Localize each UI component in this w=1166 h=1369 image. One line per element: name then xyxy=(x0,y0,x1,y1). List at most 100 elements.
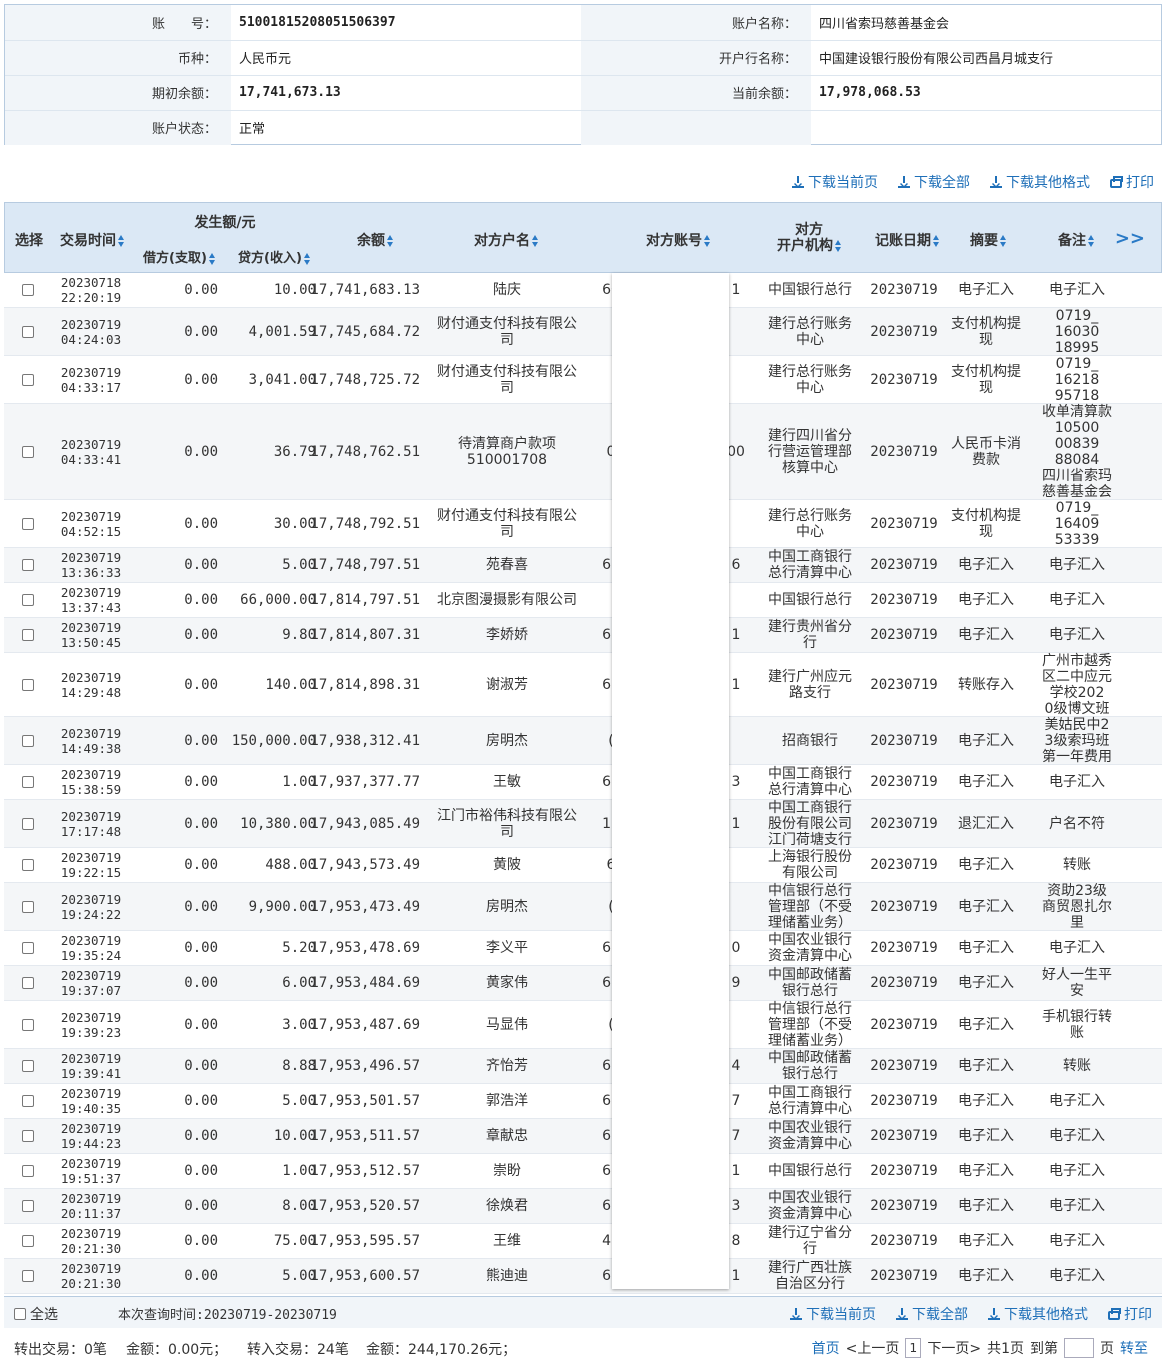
table-row[interactable]: 20230719 13:37:43 0.00 66,000.00 17,814,797.… xyxy=(4,583,1162,618)
table-row[interactable]: 20230718 22:20:19 0.00 10.00 17,741,683.13 陆庆… xyxy=(4,273,1162,308)
row-checkbox[interactable] xyxy=(22,734,34,747)
table-row[interactable]: 20230719 19:51:37 0.00 1.00 17,953,512.57 崇盼 6… xyxy=(4,1154,1162,1189)
row-checkbox[interactable] xyxy=(22,1165,34,1177)
download-all-label: 下载全部 xyxy=(912,1307,968,1323)
cell-time: 20230719 04:33:41 xyxy=(48,404,134,499)
row-checkbox[interactable] xyxy=(22,942,34,954)
table-body: 20230718 22:20:19 0.00 10.00 17,741,683.13 陆庆… xyxy=(4,273,1162,1294)
table-row[interactable]: 20230719 04:24:03 0.00 4,001.59 17,745,684.7… xyxy=(4,308,1162,356)
row-checkbox[interactable] xyxy=(22,776,34,788)
row-checkbox[interactable] xyxy=(22,817,34,830)
col-remark[interactable]: 备注 xyxy=(1041,230,1111,250)
row-checkbox[interactable] xyxy=(22,1095,34,1107)
table-row[interactable]: 20230719 19:40:35 0.00 5.00 17,953,501.57 郭浩洋… xyxy=(4,1084,1162,1119)
row-checkbox[interactable] xyxy=(22,594,34,606)
row-checkbox[interactable] xyxy=(22,1235,34,1247)
table-row[interactable]: 20230719 13:36:33 0.00 5.00 17,748,797.51 苑春喜… xyxy=(4,548,1162,583)
table-row[interactable]: 20230719 20:21:30 0.00 5.00 17,953,600.57 熊迪迪… xyxy=(4,1259,1162,1294)
row-checkbox[interactable] xyxy=(22,678,34,691)
cell-rem: 手机银行转 账 xyxy=(1042,1008,1112,1041)
table-row[interactable]: 20230719 15:38:59 0.00 1.00 17,937,377.77 王敏 6… xyxy=(4,765,1162,800)
next-page-link[interactable]: 下一页> xyxy=(927,1338,981,1358)
cell-bank: 中国银行总行 xyxy=(768,282,852,298)
cell-name: 房明杰 xyxy=(486,732,528,749)
row-checkbox[interactable] xyxy=(22,1130,34,1142)
table-row[interactable]: 20230719 17:17:48 0.00 10,380.00 17,943,085.… xyxy=(4,800,1162,848)
goto-page-input[interactable] xyxy=(1064,1338,1094,1358)
currency-label: 币种： xyxy=(5,40,231,76)
col-time[interactable]: 交易时间 xyxy=(49,230,135,250)
prev-page-link[interactable]: <上一页 xyxy=(846,1338,900,1358)
cell-select xyxy=(8,848,48,882)
cell-suf xyxy=(726,883,746,930)
cell-bank: 中国工商银行总行清算中心 xyxy=(768,1085,852,1117)
table-row[interactable]: 20230719 19:24:22 0.00 9,900.00 17,953,473.4… xyxy=(4,883,1162,931)
more-columns-icon[interactable]: >> xyxy=(1115,228,1145,249)
col-counterparty-name[interactable]: 对方户名 xyxy=(431,230,581,250)
cell-time-clock: 19:39:23 xyxy=(60,1024,122,1040)
row-checkbox[interactable] xyxy=(22,1018,34,1031)
col-counterparty-bank[interactable]: 对方 开户机构 xyxy=(761,222,857,254)
table-row[interactable]: 20230719 14:29:48 0.00 140.00 17,814,898.31 谢… xyxy=(4,653,1162,717)
download-other-format-button[interactable]: 下载其他格式 xyxy=(988,1304,1088,1324)
cell-time-date: 20230719 xyxy=(60,669,122,685)
cell-date: 20230719 xyxy=(870,732,938,749)
row-checkbox[interactable] xyxy=(22,445,34,458)
download-current-page-button[interactable]: 下载当前页 xyxy=(792,172,878,192)
select-all[interactable]: 全选 xyxy=(14,1304,58,1324)
cell-credit: 10.00 xyxy=(273,1128,316,1144)
cell-time-date: 20230719 xyxy=(60,1086,122,1101)
cell-credit: 8.00 xyxy=(282,1198,316,1214)
table-row[interactable]: 20230719 19:37:07 0.00 6.00 17,953,484.69 黄家伟… xyxy=(4,966,1162,1001)
table-row[interactable]: 20230719 20:11:37 0.00 8.00 17,953,520.57 徐焕君… xyxy=(4,1189,1162,1224)
download-current-page-button[interactable]: 下载当前页 xyxy=(790,1304,876,1324)
row-checkbox[interactable] xyxy=(22,859,34,871)
account-no-label: 账 号： xyxy=(5,5,231,41)
table-row[interactable]: 20230719 19:39:23 0.00 3.00 17,953,487.69 马显伟… xyxy=(4,1001,1162,1049)
table-row[interactable]: 20230719 13:50:45 0.00 9.80 17,814,807.31 李娇娇… xyxy=(4,618,1162,653)
col-credit[interactable]: 贷方(收入) xyxy=(227,247,321,266)
goto-button[interactable]: 转至 xyxy=(1120,1338,1148,1358)
account-name: 四川省索玛慈善基金会 xyxy=(811,5,1161,41)
download-other-format-button[interactable]: 下载其他格式 xyxy=(990,172,1090,192)
row-checkbox[interactable] xyxy=(22,1270,34,1282)
row-checkbox[interactable] xyxy=(22,517,34,530)
col-debit[interactable]: 借方(支取) xyxy=(131,247,227,266)
print-button[interactable]: 打印 xyxy=(1110,172,1154,192)
download-all-button[interactable]: 下载全部 xyxy=(896,1304,968,1324)
row-checkbox[interactable] xyxy=(22,373,34,386)
row-checkbox[interactable] xyxy=(22,284,34,296)
row-checkbox[interactable] xyxy=(22,1060,34,1072)
outgoing-count: 转出交易：0笔 xyxy=(14,1342,107,1358)
first-page-link[interactable]: 首页 xyxy=(812,1338,840,1358)
download-all-button[interactable]: 下载全部 xyxy=(898,172,970,192)
col-balance[interactable]: 余额 xyxy=(330,230,420,250)
table-row[interactable]: 20230719 14:49:38 0.00 150,000.00 17,938,312… xyxy=(4,717,1162,765)
cell-debit: 0.00 xyxy=(184,975,218,991)
table-row[interactable]: 20230719 04:33:41 0.00 36.79 17,748,762.51 待清… xyxy=(4,404,1162,500)
table-row[interactable]: 20230719 19:35:24 0.00 5.20 17,953,478.69 李义平… xyxy=(4,931,1162,966)
print-button[interactable]: 打印 xyxy=(1108,1304,1152,1324)
table-row[interactable]: 20230719 19:39:41 0.00 8.88 17,953,496.57 齐怡芳… xyxy=(4,1049,1162,1084)
cell-time: 20230719 20:11:37 xyxy=(48,1189,134,1223)
cell-debit: 0.00 xyxy=(184,282,218,298)
row-checkbox[interactable] xyxy=(22,325,34,338)
col-counterparty-account[interactable]: 对方账号 xyxy=(613,230,743,250)
row-checkbox[interactable] xyxy=(22,977,34,989)
cell-rem: 电子汇入 xyxy=(1049,774,1105,790)
col-summary[interactable]: 摘要 xyxy=(953,230,1023,250)
table-row[interactable]: 20230719 19:44:23 0.00 10.00 17,953,511.57 章献… xyxy=(4,1119,1162,1154)
col-booking-date[interactable]: 记账日期 xyxy=(867,230,947,250)
cell-rem: 广州市越秀 区二中应元 学校202 0级博文班 xyxy=(1042,652,1112,717)
table-row[interactable]: 20230719 04:33:17 0.00 3,041.00 17,748,725.7… xyxy=(4,356,1162,404)
cell-select xyxy=(8,1154,48,1188)
table-row[interactable]: 20230719 04:52:15 0.00 30.00 17,748,792.51 财付… xyxy=(4,500,1162,548)
row-checkbox[interactable] xyxy=(22,559,34,571)
table-row[interactable]: 20230719 19:22:15 0.00 488.00 17,943,573.49 黄… xyxy=(4,848,1162,883)
row-checkbox[interactable] xyxy=(22,1200,34,1212)
select-all-checkbox[interactable] xyxy=(14,1308,26,1320)
table-row[interactable]: 20230719 20:21:30 0.00 75.00 17,953,595.57 王维… xyxy=(4,1224,1162,1259)
row-checkbox[interactable] xyxy=(22,629,34,641)
row-checkbox[interactable] xyxy=(22,900,34,913)
cell-debit: 0.00 xyxy=(184,1163,218,1179)
